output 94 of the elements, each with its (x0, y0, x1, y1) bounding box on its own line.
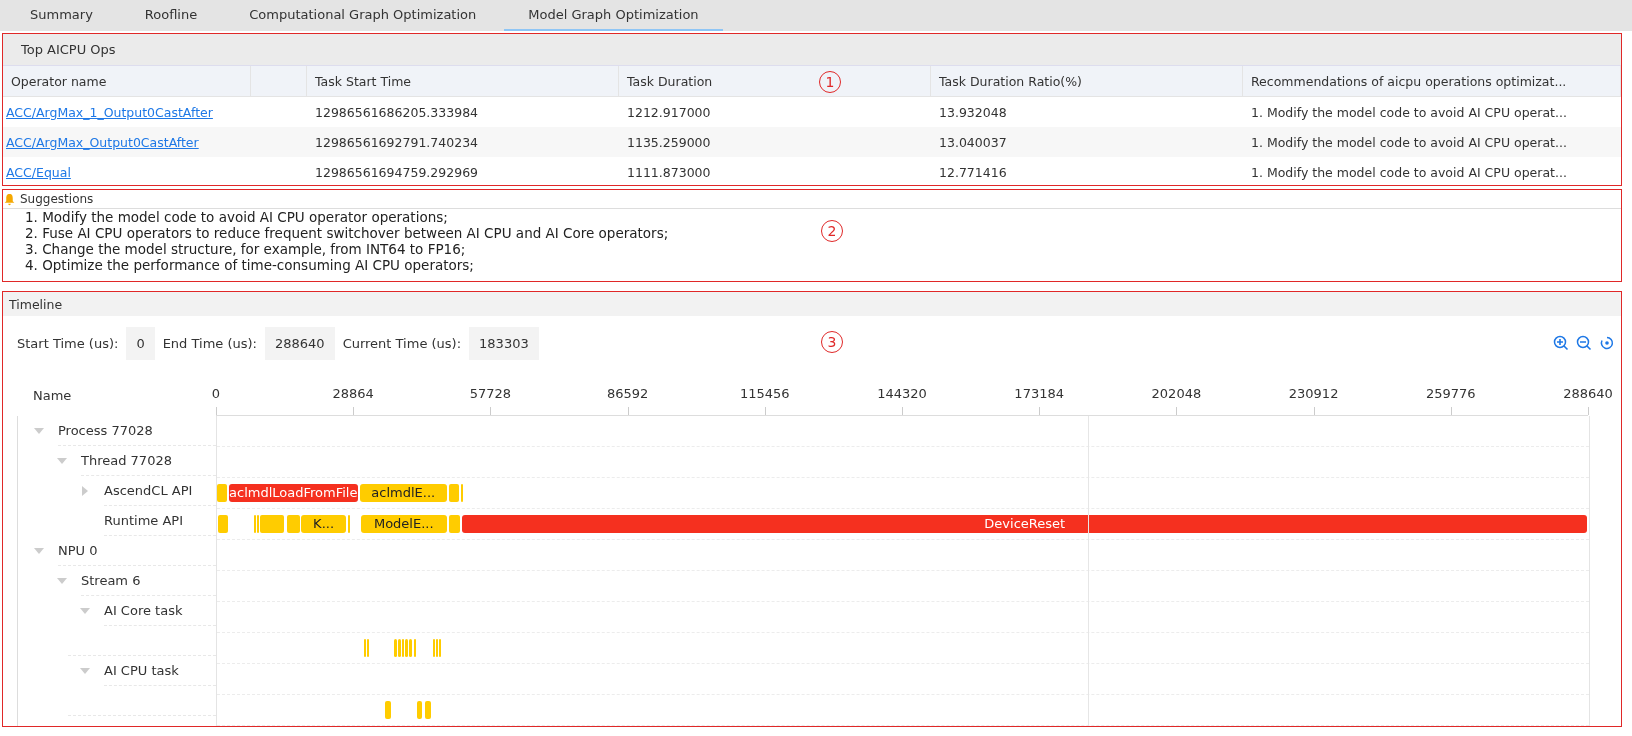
tab[interactable]: Roofline (120, 0, 222, 31)
table-cell: 12986561686205.333984 (315, 104, 479, 120)
timeline-slice[interactable] (408, 639, 412, 657)
expanded-triangle-icon[interactable] (34, 426, 44, 436)
timeline-slice[interactable] (217, 515, 228, 533)
tick-label: 259776 (1426, 386, 1476, 401)
zoom-out-icon[interactable] (1576, 335, 1592, 351)
timeline-bar[interactable]: K... (301, 515, 347, 533)
timeline-slice[interactable] (413, 639, 416, 657)
tick-label: 144320 (877, 386, 927, 401)
column-header: Task Duration Ratio(%) (931, 66, 1243, 96)
timeline-slice[interactable] (257, 515, 260, 533)
timeline-slice[interactable] (287, 515, 301, 533)
collapsed-triangle-icon[interactable] (80, 486, 90, 496)
tick-label: 57728 (469, 386, 512, 401)
tick-label: 0 (211, 386, 221, 401)
tick-label: 115456 (740, 386, 790, 401)
table-cell: 1. Modify the model code to avoid AI CPU operat... (1251, 104, 1567, 120)
timeline-slice[interactable] (417, 701, 423, 719)
table-cell: 1212.917000 (627, 104, 711, 120)
timeline-slice[interactable] (254, 515, 257, 533)
track-name[interactable]: AI CPU task (104, 656, 216, 686)
bell-icon (3, 192, 16, 206)
expanded-triangle-icon[interactable] (34, 546, 44, 556)
timeline-slice[interactable] (348, 515, 351, 533)
table-cell: 12986561694759.292969 (315, 164, 479, 180)
expanded-triangle-icon[interactable] (80, 666, 90, 676)
timeline-bar[interactable]: aclmdlLoadFromFile (228, 484, 358, 502)
reset-view-icon[interactable] (1599, 335, 1615, 351)
table-cell: 1135.259000 (627, 134, 711, 150)
panel-title: Top AICPU Ops (21, 42, 116, 57)
suggestion-text: 1. Modify the model code to avoid AI CPU operator operations; (25, 209, 448, 225)
timeline-slice[interactable] (385, 701, 392, 719)
timeline-slice[interactable] (401, 639, 404, 657)
column-header: Operator name (3, 66, 251, 96)
expanded-triangle-icon[interactable] (80, 606, 90, 616)
timeline-slice[interactable] (363, 639, 366, 657)
panel-title: Timeline (9, 296, 63, 312)
timeline-slice[interactable] (448, 515, 460, 533)
end-time-field[interactable]: 288640 (265, 326, 335, 360)
suggestion-text: 2. Fuse AI CPU operators to reduce frequent switchover between AI CPU and AI Core operators; (25, 225, 669, 241)
table-cell: 1111.873000 (627, 164, 711, 180)
table-cell: 13.932048 (939, 104, 1007, 120)
timeline-slice[interactable] (394, 639, 397, 657)
field-label: End Time (us): (162, 335, 257, 351)
tab[interactable]: Summary (6, 0, 117, 31)
track-name[interactable]: AI Core task (104, 596, 216, 626)
column-header: Recommendations of aicpu operations optimizat... (1243, 66, 1621, 96)
table-cell: 12986561692791.740234 (315, 134, 479, 150)
track-name[interactable]: AscendCL API (104, 476, 216, 506)
tick-label: 288640 (1563, 386, 1613, 401)
track-name[interactable]: NPU 0 (58, 536, 216, 566)
suggestion-text: 3. Change the model structure, for example, from INT64 to FP16; (25, 241, 466, 257)
suggestions-title: Suggestions (20, 192, 94, 206)
timeline-bar[interactable]: DeviceReset (462, 515, 1588, 533)
timeline-slice[interactable] (217, 484, 227, 502)
field-label: Current Time (us): (342, 335, 462, 351)
expanded-triangle-icon[interactable] (57, 456, 67, 466)
timeline-slice[interactable] (461, 484, 464, 502)
tab[interactable]: Computational Graph Optimization (225, 0, 501, 31)
start-time-field[interactable]: 0 (126, 326, 155, 360)
operator-link[interactable]: ACC/ArgMax_Output0CastAfter (6, 134, 199, 150)
timeline-bar[interactable]: aclmdlE... (359, 484, 447, 502)
timeline-slice[interactable] (404, 639, 408, 657)
operator-link[interactable]: ACC/Equal (6, 164, 71, 180)
tick-label: 230912 (1288, 386, 1339, 401)
table-cell: 12.771416 (939, 164, 1007, 180)
timeline-slice[interactable] (366, 639, 369, 657)
tick-label: 202048 (1151, 386, 1202, 401)
timeline-slice[interactable] (397, 639, 401, 657)
track-name[interactable]: Runtime API (104, 506, 216, 536)
name-column-header: Name (33, 387, 72, 403)
tick-label: 86592 (606, 386, 649, 401)
timeline-bar[interactable]: ModelE... (360, 515, 447, 533)
timeline-slice[interactable] (433, 639, 436, 657)
track-name[interactable]: Process 77028 (58, 416, 216, 446)
tick-label: 173184 (1014, 386, 1064, 401)
operator-link[interactable]: ACC/ArgMax_1_Output0CastAfter (6, 104, 213, 120)
current-time-field[interactable]: 183303 (469, 326, 539, 360)
suggestion-text: 4. Optimize the performance of time-consuming AI CPU operators; (25, 257, 474, 273)
column-header: Task Start Time (307, 66, 619, 96)
table-cell: 1. Modify the model code to avoid AI CPU operat... (1251, 134, 1567, 150)
timeline-slice[interactable] (260, 515, 285, 533)
tick-label: 28864 (332, 386, 374, 401)
timeline-slice[interactable] (448, 484, 459, 502)
tab[interactable]: Model Graph Optimization (504, 0, 723, 31)
field-label: Start Time (us): (17, 335, 119, 351)
zoom-in-icon[interactable] (1553, 335, 1569, 351)
table-cell: 13.040037 (939, 134, 1007, 150)
table-cell: 1. Modify the model code to avoid AI CPU operat... (1251, 164, 1567, 180)
timeline-slice[interactable] (425, 701, 432, 719)
track-name[interactable]: Stream 6 (81, 566, 216, 596)
track-name[interactable]: Thread 77028 (81, 446, 216, 476)
expanded-triangle-icon[interactable] (57, 576, 67, 586)
